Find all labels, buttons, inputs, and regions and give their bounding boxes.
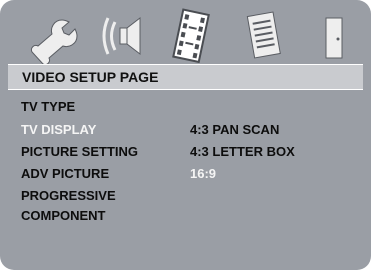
door-icon [325,17,343,59]
menu-item-tv-display[interactable]: TV DISPLAY [21,122,96,137]
menu-item-component[interactable]: COMPONENT [21,208,106,223]
tab-preference-setup[interactable] [236,8,292,64]
speaker-icon [102,16,141,56]
tab-exit-setup[interactable] [306,8,362,64]
film-icon [172,8,210,64]
option-letter-box[interactable]: 4:3 LETTER BOX [190,144,295,159]
menu-item-adv-picture[interactable]: ADV PICTURE [21,166,109,181]
page-title-bar: VIDEO SETUP PAGE [8,64,363,90]
tab-video-setup[interactable] [164,8,220,64]
menu-item-progressive[interactable]: PROGRESSIVE [21,188,116,203]
tab-general-setup[interactable] [26,8,82,64]
menu-item-picture-setting[interactable]: PICTURE SETTING [21,144,138,159]
document-icon [246,11,281,59]
wrench-icon [31,19,78,64]
option-16-9[interactable]: 16:9 [190,166,216,181]
tab-audio-setup[interactable] [96,8,152,64]
setup-menu-screen: VIDEO SETUP PAGE TV TYPE TV DISPLAY PICT… [0,0,371,270]
option-pan-scan[interactable]: 4:3 PAN SCAN [190,122,279,137]
category-tab-bar [0,8,371,64]
page-title: VIDEO SETUP PAGE [22,69,159,85]
menu-item-tv-type[interactable]: TV TYPE [21,99,75,114]
